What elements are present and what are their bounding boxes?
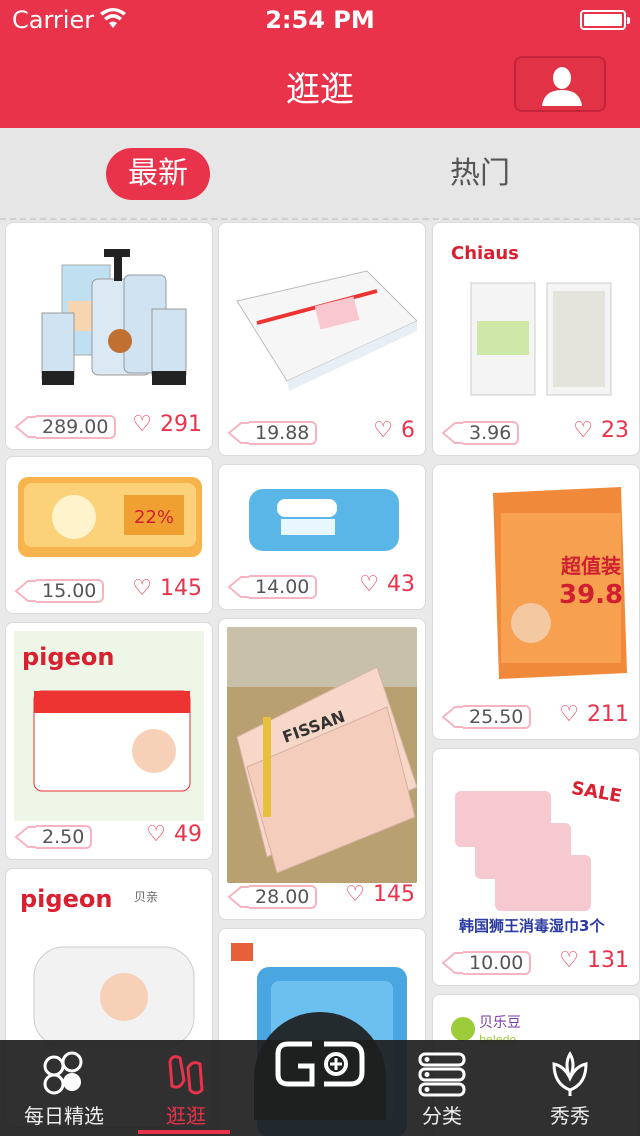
like-count[interactable]: ♡ 145 [132,575,202,603]
tab-popular[interactable]: 热门 [428,148,532,200]
segment-tabs: 最新 热门 [0,128,640,222]
add-photo-icon [275,1041,365,1087]
product-image: 超值装 39.8 [441,473,631,693]
heart-icon: ♡ [146,822,166,847]
product-grid: 289.00 ♡ 291 22% 15.00 ♡ 145 pigeon 2.50… [0,222,640,1136]
tab-newest[interactable]: 最新 [106,148,210,200]
like-value: 145 [373,882,415,907]
product-image: SALE 韩国狮王消毒湿巾3个 [441,757,631,937]
svg-text:39.8: 39.8 [559,580,623,610]
tab-label: 逛逛 [166,1104,206,1128]
like-count[interactable]: ♡ 49 [146,821,202,849]
product-card[interactable]: 289.00 ♡ 291 [5,222,213,450]
product-card[interactable]: FISSAN 28.00 ♡ 145 [218,618,426,920]
tab-show[interactable]: 秀秀 [506,1040,634,1136]
like-value: 145 [160,576,202,601]
status-bar: Carrier 2:54 PM [0,0,640,40]
price-value: 15.00 [36,579,105,603]
price-value: 2.50 [36,825,93,849]
heart-icon: ♡ [559,702,579,727]
tab-browse[interactable]: 逛逛 [122,1040,250,1136]
flower-icon [552,1051,588,1096]
clock: 2:54 PM [265,6,375,34]
active-tab-indicator [138,1130,230,1134]
price-value: 3.96 [463,421,520,445]
tab-label: 分类 [422,1104,462,1128]
product-image: Chiaus [441,231,631,407]
user-icon [542,67,582,106]
heart-icon: ♡ [559,948,579,973]
like-count[interactable]: ♡ 6 [373,417,415,445]
product-image [14,231,204,401]
like-value: 131 [587,948,629,973]
heart-icon: ♡ [132,576,152,601]
svg-text:贝乐豆: 贝乐豆 [479,1015,521,1031]
tab-label: 秀秀 [550,1104,590,1128]
price-value: 25.50 [463,705,532,729]
product-image [227,473,417,563]
svg-text:贝亲: 贝亲 [134,890,158,904]
heart-icon: ♡ [373,418,393,443]
price-value: 19.88 [249,421,318,445]
svg-text:超值装: 超值装 [560,554,621,578]
product-image: FISSAN [227,627,417,883]
svg-text:22%: 22% [134,507,174,528]
price-value: 289.00 [36,415,117,439]
svg-text:pigeon: pigeon [20,885,112,913]
product-card[interactable]: Chiaus 3.96 ♡ 23 [432,222,640,456]
navigation-bar: Carrier 2:54 PM 逛逛 [0,0,640,128]
tab-categories[interactable]: 分类 [378,1040,506,1136]
product-image: 22% [14,465,204,565]
product-card[interactable]: 22% 15.00 ♡ 145 [5,456,213,614]
add-post-button[interactable] [254,1012,386,1120]
heart-icon: ♡ [573,418,593,443]
price-value: 10.00 [463,951,532,975]
price-value: 14.00 [249,575,318,599]
battery-icon [580,10,630,30]
divider [0,218,640,220]
product-card[interactable]: 超值装 39.8 25.50 ♡ 211 [432,464,640,740]
price-value: 28.00 [249,885,318,909]
like-value: 43 [387,572,415,597]
product-card[interactable]: SALE 韩国狮王消毒湿巾3个 10.00 ♡ 131 [432,748,640,986]
like-count[interactable]: ♡ 145 [345,881,415,909]
svg-text:韩国狮王消毒湿巾3个: 韩国狮王消毒湿巾3个 [459,917,605,935]
svg-text:SALE: SALE [570,778,624,807]
like-value: 291 [160,412,202,437]
list-icon [418,1052,466,1097]
like-value: 23 [601,418,629,443]
footprints-icon [168,1055,204,1095]
like-count[interactable]: ♡ 23 [573,417,629,445]
like-count[interactable]: ♡ 291 [132,411,202,439]
product-card[interactable]: 14.00 ♡ 43 [218,464,426,610]
like-value: 6 [401,418,415,443]
tab-label: 每日精选 [24,1104,104,1128]
like-value: 211 [587,702,629,727]
heart-icon: ♡ [345,882,365,907]
like-value: 49 [174,822,202,847]
like-count[interactable]: ♡ 211 [559,701,629,729]
product-card[interactable]: 19.88 ♡ 6 [218,222,426,456]
product-image: pigeon [14,631,204,821]
svg-text:Chiaus: Chiaus [451,243,519,264]
product-image [227,231,417,407]
svg-text:pigeon: pigeon [22,643,114,671]
product-card[interactable]: pigeon 2.50 ♡ 49 [5,622,213,860]
circles-icon [43,1051,83,1095]
tab-daily-picks[interactable]: 每日精选 [0,1040,128,1136]
profile-button[interactable] [514,56,606,112]
heart-icon: ♡ [132,412,152,437]
heart-icon: ♡ [359,572,379,597]
like-count[interactable]: ♡ 131 [559,947,629,975]
like-count[interactable]: ♡ 43 [359,571,415,599]
